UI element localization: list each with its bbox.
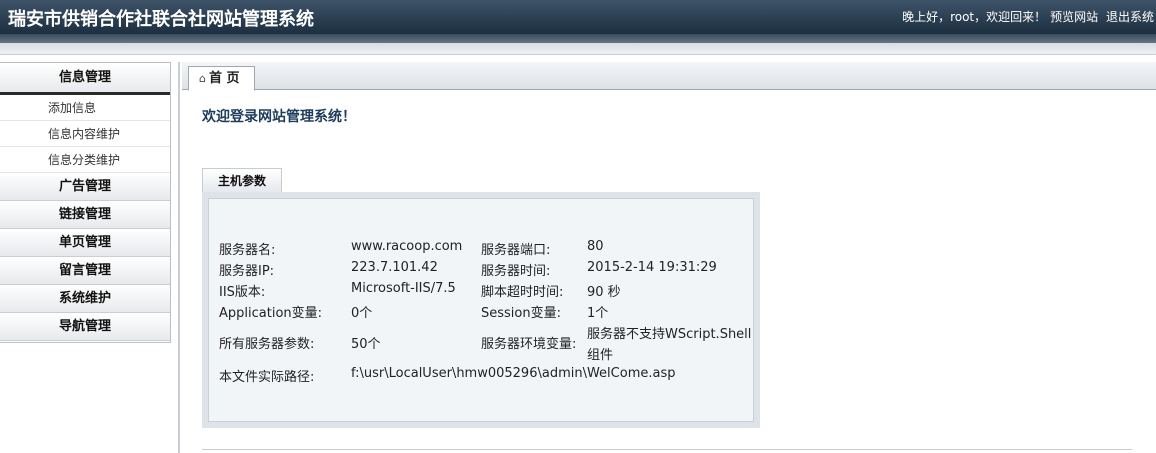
param-value: Microsoft-IIS/7.5	[351, 281, 456, 296]
param-value: 80	[587, 239, 604, 254]
content-divider	[202, 449, 1132, 450]
param-label: 服务器时间:	[481, 264, 551, 279]
greeting-text: 晚上好，root，欢迎回来！	[902, 10, 1047, 24]
param-value: 90 秒	[587, 285, 621, 300]
header-divider	[0, 34, 1156, 43]
param-label: 所有服务器参数:	[219, 337, 315, 352]
param-label: 服务器名:	[219, 243, 276, 258]
top-header: 瑞安市供销合作社联合社网站管理系统 晚上好，root，欢迎回来！ 预览网站 退出系…	[0, 0, 1156, 34]
sidebar-splitter[interactable]	[178, 62, 180, 453]
preview-site-link[interactable]: 预览网站	[1050, 10, 1098, 24]
param-value: www.racoop.com	[351, 239, 463, 254]
param-label: Application变量:	[219, 306, 323, 321]
sidebar: 信息管理 添加信息 信息内容维护 信息分类维护 广告管理 链接管理 单页管理 留…	[0, 62, 171, 343]
host-params-table: 服务器名: www.racoop.com 服务器端口: 80 服务器IP: 22…	[208, 198, 754, 422]
param-value: 1个	[587, 306, 609, 321]
param-label: 脚本超时时间:	[481, 285, 564, 300]
menu-section-ads[interactable]: 广告管理	[0, 173, 170, 201]
menu-item-add-info[interactable]: 添加信息	[0, 95, 170, 121]
welcome-heading: 欢迎登录网站管理系统！	[202, 109, 356, 125]
param-value: 组件	[587, 348, 614, 363]
param-label: 本文件实际路径:	[219, 370, 315, 385]
menu-section-links[interactable]: 链接管理	[0, 201, 170, 229]
toolbar-strip	[0, 43, 1156, 55]
tab-bar	[182, 62, 1156, 90]
tab-home-label: 首 页	[208, 71, 240, 86]
menu-item-info-category[interactable]: 信息分类维护	[0, 147, 170, 173]
host-params-tab[interactable]: 主机参数	[202, 168, 282, 193]
home-icon: ⌂	[199, 72, 206, 85]
logout-link[interactable]: 退出系统	[1106, 10, 1154, 24]
tab-home[interactable]: ⌂ 首 页	[188, 66, 255, 91]
user-bar: 晚上好，root，欢迎回来！ 预览网站 退出系统	[902, 8, 1154, 25]
menu-section-pages[interactable]: 单页管理	[0, 229, 170, 257]
host-params-panel: 服务器名: www.racoop.com 服务器端口: 80 服务器IP: 22…	[202, 192, 760, 428]
param-value: 0个	[351, 306, 373, 321]
param-value: 223.7.101.42	[351, 260, 438, 275]
param-value: 2015-2-14 19:31:29	[587, 260, 717, 275]
param-label: IIS版本:	[219, 285, 266, 300]
param-value: 50个	[351, 337, 381, 352]
param-value: f:\usr\LocalUser\hmw005296\admin\WelCome…	[351, 366, 676, 381]
param-label: 服务器IP:	[219, 264, 275, 279]
param-label: Session变量:	[481, 306, 561, 321]
menu-section-navigation[interactable]: 导航管理	[0, 313, 170, 341]
menu-section-messages[interactable]: 留言管理	[0, 257, 170, 285]
menu-section-info[interactable]: 信息管理	[0, 63, 170, 95]
param-value: 服务器不支持WScript.Shell	[587, 327, 752, 342]
app-title: 瑞安市供销合作社联合社网站管理系统	[8, 9, 314, 30]
menu-item-info-content[interactable]: 信息内容维护	[0, 121, 170, 147]
param-label: 服务器端口:	[481, 243, 551, 258]
param-label: 服务器环境变量:	[481, 337, 577, 352]
menu-section-system[interactable]: 系统维护	[0, 285, 170, 313]
